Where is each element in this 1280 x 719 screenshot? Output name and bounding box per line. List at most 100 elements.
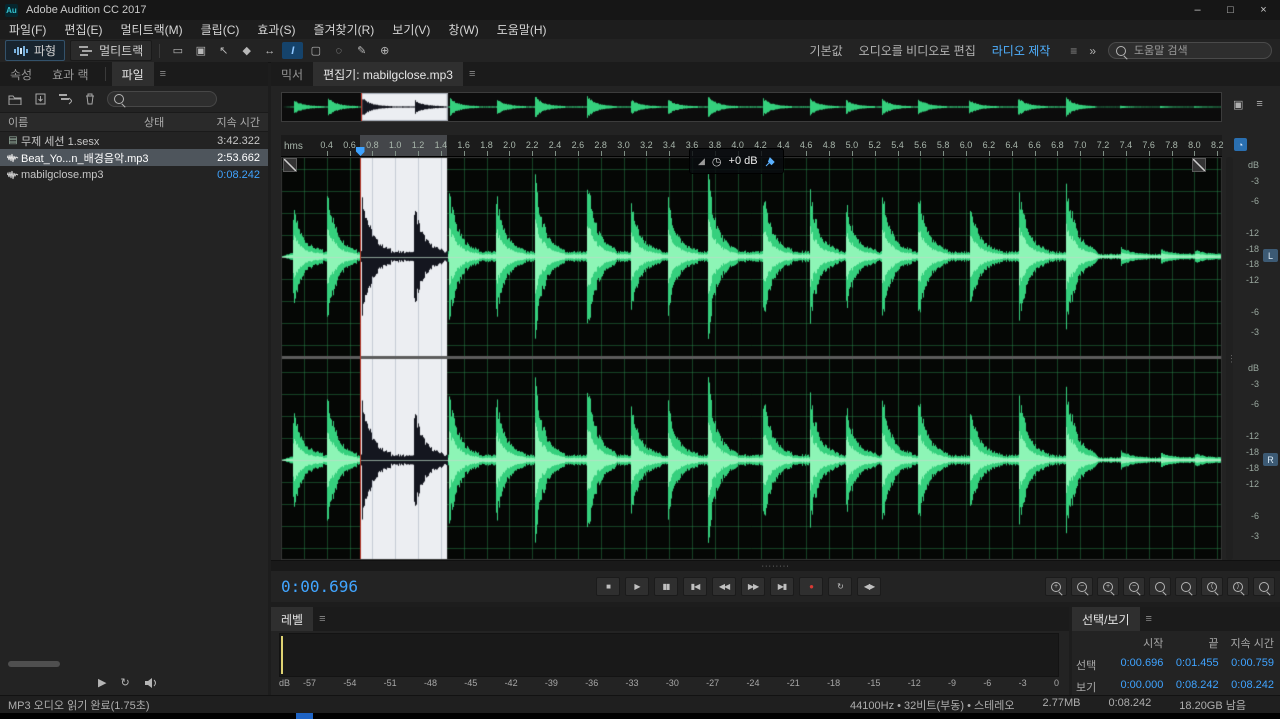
volume-hud[interactable]: ◢ ◷ +0 dB: [689, 148, 784, 174]
selection-start-value[interactable]: 0:00.696: [1108, 657, 1164, 673]
menu-item-2[interactable]: 멀티트랙(M): [111, 21, 191, 38]
record-button[interactable]: ●: [799, 577, 823, 596]
files-panel-menu-icon[interactable]: ≡: [154, 62, 172, 86]
minimize-button[interactable]: –: [1181, 0, 1214, 20]
waveform-view-button[interactable]: 파형: [5, 40, 66, 61]
menu-item-1[interactable]: 편집(E): [55, 21, 111, 38]
hud-pin-icon[interactable]: [765, 156, 775, 167]
time-selection-tool-icon[interactable]: I: [282, 42, 304, 59]
trash-icon[interactable]: [82, 91, 98, 107]
move-tool-icon[interactable]: ↖: [213, 42, 234, 59]
zoom-full-button[interactable]: [1149, 577, 1171, 596]
workspace-1[interactable]: 오디오를 비디오로 편집: [859, 42, 976, 59]
channel-l-button[interactable]: L: [1263, 249, 1278, 262]
workspace-menu-icon[interactable]: ≡: [1070, 44, 1077, 58]
razor-tool-icon[interactable]: ◆: [236, 42, 257, 59]
tab-files[interactable]: 파일: [111, 62, 154, 86]
menu-item-4[interactable]: 효과(S): [248, 21, 304, 38]
zoom-out-time-button[interactable]: −: [1071, 577, 1093, 596]
close-button[interactable]: ×: [1247, 0, 1280, 20]
zoom-in-time-button[interactable]: +: [1045, 577, 1067, 596]
time-display-settings-icon[interactable]: ◔: [1234, 138, 1247, 151]
zoom-out-amplitude-button[interactable]: −: [1123, 577, 1145, 596]
overview-waveform-canvas[interactable]: [282, 93, 1221, 121]
amplitude-ruler[interactable]: dB -3 -3 -6 -6 -12 -12 -18 -18 dB -3 -3 -6 -6 -12 -12 -1…: [1235, 157, 1259, 560]
insert-into-multitrack-icon[interactable]: [57, 91, 73, 107]
preview-autoplay-icon[interactable]: [144, 677, 158, 689]
tab-selection-view[interactable]: 선택/보기: [1072, 607, 1140, 631]
files-search[interactable]: [107, 91, 217, 107]
zoom-selection-button[interactable]: [1175, 577, 1197, 596]
column-duration[interactable]: 지속 시간: [188, 114, 268, 130]
column-name[interactable]: 이름: [0, 114, 144, 130]
stop-button[interactable]: ■: [596, 577, 620, 596]
menu-item-7[interactable]: 창(W): [439, 21, 487, 38]
lasso-selection-tool-icon[interactable]: ◌: [328, 42, 349, 59]
fade-in-handle-icon[interactable]: [283, 158, 297, 172]
skip-to-end-button[interactable]: ▶▮: [770, 577, 794, 596]
levels-panel-menu-icon[interactable]: ≡: [313, 607, 331, 631]
view-start-value[interactable]: 0:00.000: [1108, 679, 1164, 695]
menu-item-0[interactable]: 파일(F): [0, 21, 55, 38]
selection-view-menu-icon[interactable]: ≡: [1140, 607, 1158, 631]
workspace-0[interactable]: 기본값: [810, 42, 843, 59]
rewind-button[interactable]: ◀◀: [712, 577, 736, 596]
loop-playback-button[interactable]: ↻: [828, 577, 852, 596]
editor-panel-menu-icon[interactable]: ≡: [463, 62, 481, 86]
selection-end-value[interactable]: 0:01.455: [1163, 657, 1219, 673]
file-row[interactable]: Beat_Yo...n_배경음악.mp3 2:53.662: [0, 149, 268, 166]
help-search[interactable]: [1108, 42, 1278, 59]
waveform-canvas[interactable]: [281, 157, 1222, 560]
zoom-selection-out-button[interactable]: ⟩: [1227, 577, 1249, 596]
menu-item-3[interactable]: 클립(C): [192, 21, 249, 38]
tab-mixer[interactable]: 믹서: [271, 62, 313, 86]
overview-strip[interactable]: [281, 92, 1222, 122]
import-file-icon[interactable]: [32, 91, 48, 107]
paintbrush-tool-icon[interactable]: ✎: [351, 42, 372, 59]
spot-healing-brush-icon[interactable]: ⊕: [374, 42, 395, 59]
files-scrollbar[interactable]: [8, 661, 60, 667]
view-end-value[interactable]: 0:08.242: [1163, 679, 1219, 695]
tab-properties[interactable]: 속성: [0, 62, 42, 86]
display-mode-icon[interactable]: ▣: [1233, 98, 1243, 111]
zoom-selection-in-button[interactable]: ⟨: [1201, 577, 1223, 596]
menu-item-8[interactable]: 도움말(H): [488, 21, 556, 38]
fade-out-handle-icon[interactable]: [1192, 158, 1206, 172]
tab-editor[interactable]: 편집기: mabilgclose.mp3: [313, 62, 463, 86]
workspace-overflow-icon[interactable]: »: [1089, 44, 1096, 58]
menu-item-5[interactable]: 즐겨찾기(R): [304, 21, 383, 38]
play-button[interactable]: ▶: [625, 577, 649, 596]
waveform-display[interactable]: ◢ ◷ +0 dB: [281, 148, 1222, 560]
playhead-time-display[interactable]: 0:00.696: [281, 577, 358, 596]
channel-r-button[interactable]: R: [1263, 453, 1278, 466]
vertical-scrollbar[interactable]: [1226, 157, 1233, 560]
panel-layout-icon[interactable]: ▭: [167, 42, 188, 59]
maximize-button[interactable]: □: [1214, 0, 1247, 20]
preview-play-icon[interactable]: ▶: [98, 676, 106, 689]
hud-gain-value[interactable]: +0 dB: [729, 155, 758, 167]
skip-selection-button[interactable]: ◀▶: [857, 577, 881, 596]
view-duration-value[interactable]: 0:08.242: [1219, 679, 1274, 695]
file-row[interactable]: ▤ 무제 세션 1.sesx 3:42.322: [0, 132, 268, 149]
pause-button[interactable]: ▮▮: [654, 577, 678, 596]
multitrack-view-button[interactable]: 멀티트랙: [70, 40, 153, 61]
overview-options-icon[interactable]: ≡: [1256, 98, 1262, 111]
zoom-reset-button[interactable]: [1253, 577, 1275, 596]
level-meter[interactable]: [279, 633, 1059, 677]
tab-effects-rack[interactable]: 효과 랙: [42, 62, 98, 86]
skip-to-start-button[interactable]: ▮◀: [683, 577, 707, 596]
help-search-input[interactable]: [1132, 43, 1278, 58]
video-monitor-icon[interactable]: ▣: [190, 42, 211, 59]
selection-duration-value[interactable]: 0:00.759: [1219, 657, 1274, 673]
slip-tool-icon[interactable]: ↔: [259, 42, 280, 59]
menu-item-6[interactable]: 보기(V): [383, 21, 439, 38]
open-file-icon[interactable]: [7, 91, 23, 107]
column-status[interactable]: 상태: [144, 114, 188, 130]
file-row[interactable]: mabilgclose.mp3 0:08.242: [0, 166, 268, 183]
preview-loop-icon[interactable]: ↻: [120, 676, 129, 689]
tab-levels[interactable]: 레벨: [271, 607, 314, 631]
workspace-2[interactable]: 라디오 제작: [992, 42, 1051, 59]
marquee-selection-tool-icon[interactable]: ▢: [305, 42, 326, 59]
zoom-in-amplitude-button[interactable]: +: [1097, 577, 1119, 596]
fast-forward-button[interactable]: ▶▶: [741, 577, 765, 596]
